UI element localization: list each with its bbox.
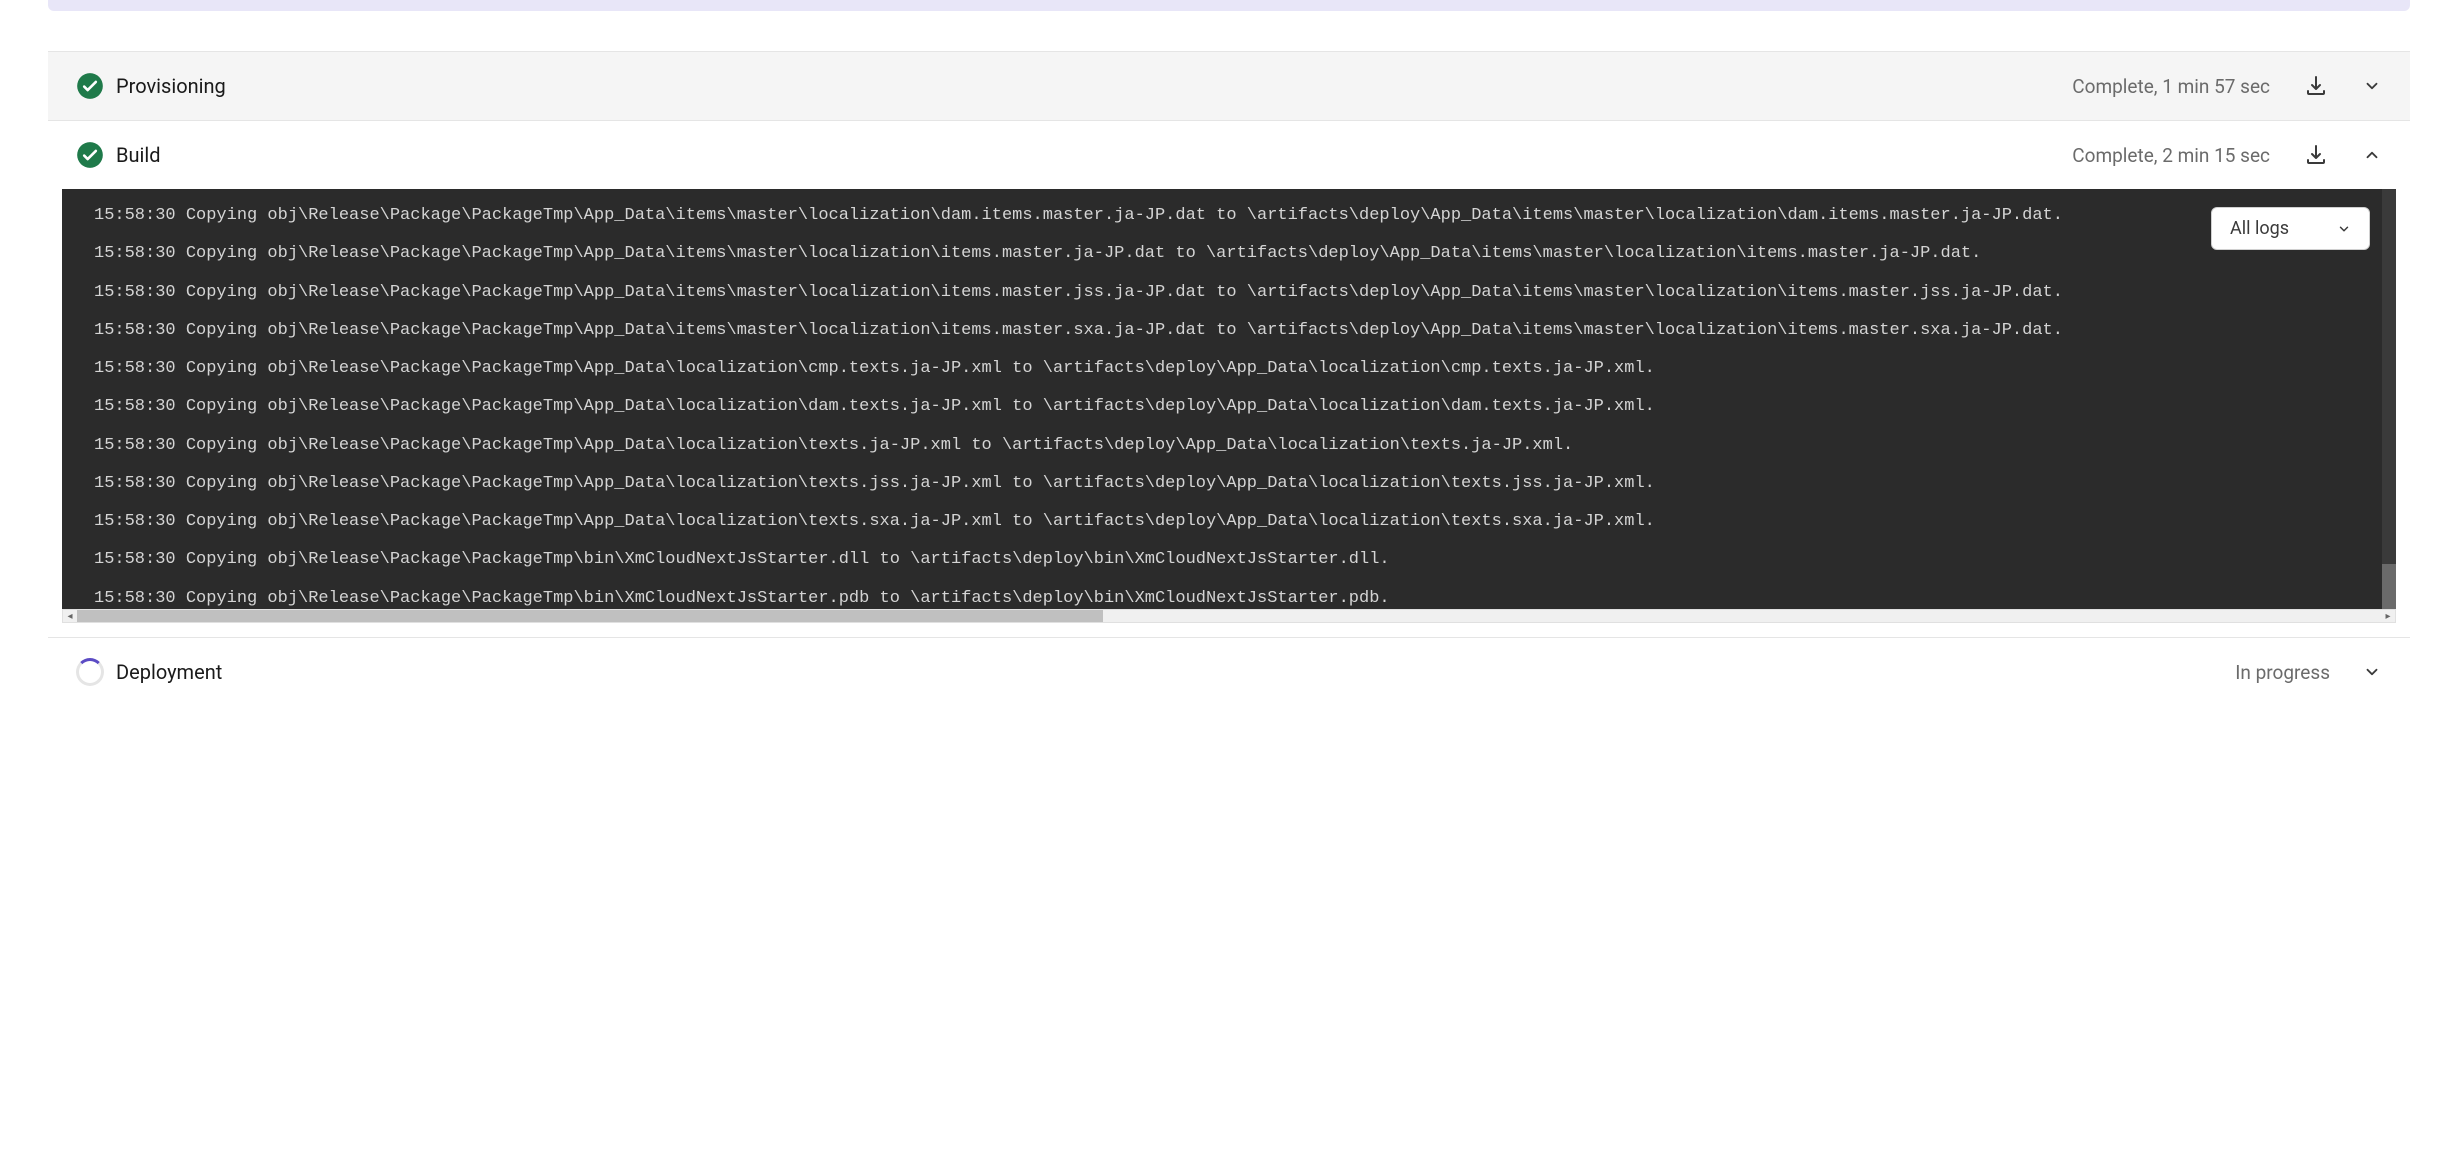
- log-line: 15:58:30 Copying obj\Release\Package\Pac…: [94, 197, 2364, 235]
- stage-title: Provisioning: [116, 74, 2060, 98]
- download-icon: [2304, 74, 2328, 98]
- collapse-toggle[interactable]: [2362, 145, 2382, 165]
- scroll-left-arrow[interactable]: ◂: [63, 610, 77, 622]
- stage-header-deployment[interactable]: Deployment In progress: [48, 638, 2410, 706]
- log-filter-selected: All logs: [2230, 218, 2289, 239]
- log-line: 15:58:30 Copying obj\Release\Package\Pac…: [94, 503, 2364, 541]
- stage-header-provisioning[interactable]: Provisioning Complete, 1 min 57 sec: [48, 52, 2410, 120]
- stage-status: Complete, 1 min 57 sec: [2072, 75, 2270, 98]
- log-line: 15:58:30 Copying obj\Release\Package\Pac…: [94, 388, 2364, 426]
- vertical-scrollbar-thumb[interactable]: [2382, 564, 2396, 609]
- vertical-scrollbar[interactable]: [2382, 189, 2396, 609]
- stage-build: Build Complete, 2 min 15 sec All logs 15…: [48, 120, 2410, 623]
- log-line: 15:58:30 Copying obj\Release\Package\Pac…: [94, 541, 2364, 579]
- log-line: 15:58:30 Copying obj\Release\Package\Pac…: [94, 312, 2364, 350]
- success-check-icon: [76, 72, 104, 100]
- expand-toggle[interactable]: [2362, 662, 2382, 682]
- stage-status: In progress: [2235, 661, 2330, 684]
- log-line: 15:58:30 Copying obj\Release\Package\Pac…: [94, 350, 2364, 388]
- info-banner-edge: [48, 0, 2410, 11]
- log-filter-dropdown[interactable]: All logs: [2211, 207, 2370, 250]
- stage-title: Build: [116, 143, 2060, 167]
- horizontal-scrollbar-thumb[interactable]: [77, 610, 1103, 622]
- stage-deployment: Deployment In progress: [48, 637, 2410, 706]
- chevron-down-icon: [2363, 663, 2381, 681]
- log-line: 15:58:30 Copying obj\Release\Package\Pac…: [94, 274, 2364, 312]
- stage-title: Deployment: [116, 660, 2223, 684]
- horizontal-scrollbar[interactable]: ◂ ▸: [62, 609, 2396, 623]
- log-line: 15:58:30 Copying obj\Release\Package\Pac…: [94, 235, 2364, 273]
- chevron-down-icon: [2337, 222, 2351, 236]
- log-line: 15:58:30 Copying obj\Release\Package\Pac…: [94, 465, 2364, 503]
- chevron-down-icon: [2363, 77, 2381, 95]
- stage-provisioning: Provisioning Complete, 1 min 57 sec: [48, 51, 2410, 120]
- spinner-icon: [76, 658, 104, 686]
- stage-status: Complete, 2 min 15 sec: [2072, 144, 2270, 167]
- download-logs-button[interactable]: [2302, 141, 2330, 169]
- success-check-icon: [76, 141, 104, 169]
- download-icon: [2304, 143, 2328, 167]
- stage-header-build[interactable]: Build Complete, 2 min 15 sec: [48, 121, 2410, 189]
- build-log-container: All logs 15:58:30 Copying obj\Release\Pa…: [62, 189, 2396, 623]
- expand-toggle[interactable]: [2362, 76, 2382, 96]
- download-logs-button[interactable]: [2302, 72, 2330, 100]
- log-line: 15:58:30 Copying obj\Release\Package\Pac…: [94, 580, 2364, 610]
- build-log-viewer[interactable]: 15:58:30 Copying obj\Release\Package\Pac…: [62, 189, 2396, 609]
- chevron-up-icon: [2363, 146, 2381, 164]
- scroll-right-arrow[interactable]: ▸: [2381, 610, 2395, 622]
- log-line: 15:58:30 Copying obj\Release\Package\Pac…: [94, 427, 2364, 465]
